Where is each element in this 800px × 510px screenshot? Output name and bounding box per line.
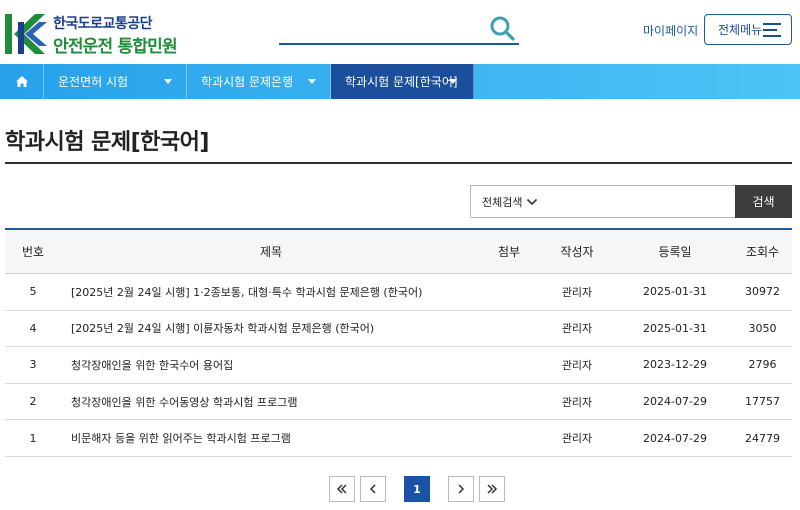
row-writer: 관리자 [561, 322, 593, 336]
breadcrumb-nav: 운전면허 시험 학과시험 문제은행 학과시험 문제[한국어] [0, 64, 800, 99]
all-menu-label: 전체메뉴 [718, 23, 763, 37]
header-no: 번호 [21, 245, 45, 259]
header-title: 제목 [259, 245, 283, 259]
table-row: 3 청각장애인을 위한 한국수어 용어집 관리자 2023-12-29 2796 [5, 347, 792, 384]
row-writer: 관리자 [561, 285, 593, 299]
next-page-button[interactable] [448, 476, 474, 502]
row-title-link[interactable]: 비문해자 등을 위한 읽어주는 학과시험 프로그램 [71, 420, 481, 456]
table-header: 번호 제목 첨부 작성자 등록일 조회수 [5, 230, 792, 274]
row-writer: 관리자 [561, 358, 593, 372]
mypage-link[interactable]: 마이페이지 [643, 22, 698, 39]
pagination: 1 [329, 476, 505, 502]
header-writer: 작성자 [560, 245, 594, 259]
table-row: 5 [2025년 2월 24일 시행] 1·2종보통, 대형·특수 학과시험 문… [5, 274, 792, 311]
home-icon [15, 76, 28, 87]
row-views: 24779 [745, 431, 780, 445]
hamburger-icon [763, 23, 781, 37]
row-title-link[interactable]: [2025년 2월 24일 시행] 이륜자동차 학과시험 문제은행 (한국어) [71, 311, 481, 347]
page-title: 학과시험 문제[한국어] [5, 130, 209, 155]
double-chevron-left-icon [336, 484, 347, 494]
page-number-current[interactable]: 1 [404, 476, 430, 502]
pager-gap [391, 476, 399, 502]
nav-item-korean-questions[interactable]: 학과시험 문제[한국어] [331, 64, 474, 99]
row-no: 4 [29, 321, 37, 335]
row-views: 2796 [748, 358, 777, 372]
title-divider [5, 162, 792, 164]
all-menu-button[interactable]: 전체메뉴 [704, 14, 792, 45]
row-date: 2024-07-29 [643, 431, 707, 445]
board-search-input[interactable] [548, 185, 736, 218]
table-row: 1 비문해자 등을 위한 읽어주는 학과시험 프로그램 관리자 2024-07-… [5, 420, 792, 457]
row-no: 2 [29, 395, 37, 409]
prev-page-button[interactable] [360, 476, 386, 502]
logo-service-name: 안전운전 통합민원 [53, 37, 178, 57]
caret-down-icon [164, 79, 172, 84]
pager-gap [435, 476, 443, 502]
nav-item-license-exam[interactable]: 운전면허 시험 [44, 64, 187, 99]
chevron-right-icon [458, 484, 465, 494]
site-logo[interactable]: 한국도로교통공단 안전운전 통합민원 [5, 12, 181, 57]
logo-org-name: 한국도로교통공단 [53, 16, 153, 32]
row-date: 2025-01-31 [643, 285, 707, 299]
global-search-input[interactable] [279, 14, 484, 42]
last-page-button[interactable] [479, 476, 505, 502]
site-header: 한국도로교통공단 안전운전 통합민원 마이페이지 전체메뉴 [0, 0, 800, 64]
row-views: 17757 [745, 395, 780, 409]
nav-item-question-bank[interactable]: 학과시험 문제은행 [187, 64, 331, 99]
home-button[interactable] [0, 64, 44, 99]
row-title-link[interactable]: [2025년 2월 24일 시행] 1·2종보통, 대형·특수 학과시험 문제은… [71, 274, 481, 310]
search-type-value: 전체검색 [482, 195, 523, 209]
caret-down-icon [308, 79, 316, 84]
search-icon[interactable] [489, 15, 515, 41]
koroad-logo-icon [5, 14, 47, 54]
first-page-button[interactable] [329, 476, 355, 502]
row-writer: 관리자 [561, 395, 593, 409]
header-attachment: 첨부 [497, 245, 521, 259]
search-type-select[interactable]: 전체검색 [470, 185, 549, 218]
chevron-left-icon [369, 484, 376, 494]
chevron-down-icon [526, 198, 538, 206]
global-search [279, 14, 519, 45]
row-title-link[interactable]: 청각장애인을 위한 한국수어 용어집 [71, 347, 481, 383]
header-views: 조회수 [745, 245, 780, 259]
nav-item-label: 학과시험 문제[한국어] [345, 75, 458, 89]
caret-down-icon [449, 79, 457, 84]
row-views: 30972 [745, 285, 780, 299]
row-date: 2023-12-29 [643, 358, 707, 372]
row-no: 3 [29, 358, 37, 372]
row-no: 1 [29, 431, 37, 445]
row-views: 3050 [748, 321, 777, 335]
nav-item-label: 학과시험 문제은행 [201, 75, 294, 89]
row-no: 5 [29, 285, 37, 299]
nav-item-label: 운전면허 시험 [58, 75, 129, 89]
header-date: 등록일 [658, 245, 692, 259]
table-row: 2 청각장애인을 위한 수어동영상 학과시험 프로그램 관리자 2024-07-… [5, 384, 792, 421]
row-title-link[interactable]: 청각장애인을 위한 수어동영상 학과시험 프로그램 [71, 384, 481, 420]
table-row: 4 [2025년 2월 24일 시행] 이륜자동차 학과시험 문제은행 (한국어… [5, 311, 792, 348]
row-writer: 관리자 [561, 432, 593, 446]
row-date: 2025-01-31 [643, 321, 707, 335]
double-chevron-right-icon [487, 484, 498, 494]
board-table: 번호 제목 첨부 작성자 등록일 조회수 5 [2025년 2월 24일 시행]… [5, 228, 792, 457]
row-date: 2024-07-29 [643, 395, 707, 409]
search-button[interactable]: 검색 [735, 185, 792, 218]
